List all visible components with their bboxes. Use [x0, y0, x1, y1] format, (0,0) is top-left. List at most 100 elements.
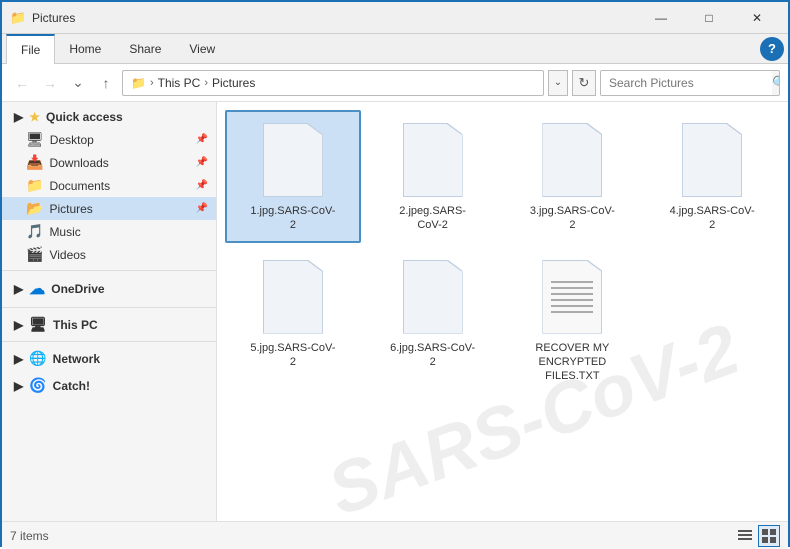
dropdown-history-button[interactable]: ⌄ — [66, 71, 90, 95]
search-input[interactable] — [601, 71, 772, 95]
title-bar-left: 📁 Pictures — [10, 10, 75, 26]
sidebar-item-desktop[interactable]: 🖥 Desktop 📌 — [2, 128, 216, 151]
maximize-button[interactable]: □ — [686, 2, 732, 34]
sidebar-header-this-pc[interactable]: ▶ 🖥 This PC — [2, 312, 216, 337]
item-count: 7 items — [10, 529, 49, 543]
file-name-4: 4.jpg.SARS-CoV-2 — [667, 204, 757, 233]
list-view-button[interactable] — [734, 525, 756, 547]
sidebar-header-network[interactable]: ▶ 🌐 Network — [2, 346, 216, 371]
file-icon-3 — [538, 120, 606, 200]
help-button[interactable]: ? — [760, 37, 784, 61]
file-item-6[interactable]: 6.jpg.SARS-CoV-2 — [365, 247, 501, 394]
search-box: 🔍 — [600, 70, 780, 96]
sidebar-item-documents[interactable]: 📁 Documents 📌 — [2, 174, 216, 197]
title-bar-controls: — □ ✕ — [638, 2, 780, 34]
file-name-2: 2.jpeg.SARS-CoV-2 — [388, 204, 478, 233]
address-dropdown-button[interactable]: ⌄ — [548, 70, 568, 96]
refresh-button[interactable]: ↻ — [572, 70, 596, 96]
file-item-1[interactable]: 1.jpg.SARS-CoV-2 — [225, 110, 361, 243]
file-icon-1 — [259, 120, 327, 200]
sidebar-item-music-label: Music — [49, 225, 80, 239]
title-bar: 📁 Pictures — □ ✕ — [2, 2, 788, 34]
sidebar-item-pictures-label: Pictures — [49, 202, 92, 216]
catch-label: Catch! — [53, 379, 90, 393]
close-button[interactable]: ✕ — [734, 2, 780, 34]
sidebar-item-downloads[interactable]: 📥 Downloads 📌 — [2, 151, 216, 174]
sidebar-section-network: ▶ 🌐 Network — [2, 346, 216, 371]
downloads-icon: 📥 — [26, 154, 43, 171]
sidebar-header-quick-access[interactable]: ▶ ★ Quick access — [2, 106, 216, 128]
pin-icon-downloads: 📌 — [196, 157, 208, 168]
doc-shape-5 — [263, 260, 323, 334]
tab-home[interactable]: Home — [55, 34, 115, 64]
sidebar-section-catch: ▶ 🌀 Catch! — [2, 373, 216, 398]
sidebar-item-documents-label: Documents — [49, 179, 110, 193]
window-icon: 📁 — [10, 10, 26, 26]
this-pc-label: This PC — [53, 318, 98, 332]
doc-shape-3 — [542, 123, 602, 197]
window-title: Pictures — [32, 11, 75, 25]
file-area: 1.jpg.SARS-CoV-2 2.jpeg.SARS-CoV-2 3.jpg… — [217, 102, 788, 521]
pin-icon-desktop: 📌 — [196, 134, 208, 145]
music-icon: 🎵 — [26, 223, 43, 240]
path-this-pc[interactable]: This PC — [158, 76, 201, 90]
this-pc-expand-icon: ▶ — [14, 318, 23, 332]
tab-share[interactable]: Share — [115, 34, 175, 64]
tab-view[interactable]: View — [175, 34, 229, 64]
sidebar-item-videos[interactable]: 🎬 Videos — [2, 243, 216, 266]
videos-icon: 🎬 — [26, 246, 43, 263]
network-label: Network — [53, 352, 100, 366]
file-item-3[interactable]: 3.jpg.SARS-CoV-2 — [505, 110, 641, 243]
file-icon-6 — [399, 257, 467, 337]
main-layout: ▶ ★ Quick access 🖥 Desktop 📌 📥 Downloads… — [2, 102, 788, 521]
back-button[interactable]: ← — [10, 71, 34, 95]
list-view-icon — [738, 529, 752, 543]
file-icon-4 — [678, 120, 746, 200]
sidebar-section-quick-access: ▶ ★ Quick access 🖥 Desktop 📌 📥 Downloads… — [2, 106, 216, 266]
file-item-4[interactable]: 4.jpg.SARS-CoV-2 — [644, 110, 780, 243]
catch-expand-icon: ▶ — [14, 379, 23, 393]
status-bar: 7 items — [2, 521, 788, 549]
file-name-3: 3.jpg.SARS-CoV-2 — [527, 204, 617, 233]
pin-icon-pictures: 📌 — [196, 203, 208, 214]
file-name-5: 5.jpg.SARS-CoV-2 — [248, 341, 338, 370]
forward-button[interactable]: → — [38, 71, 62, 95]
onedrive-label: OneDrive — [51, 282, 104, 296]
file-item-5[interactable]: 5.jpg.SARS-CoV-2 — [225, 247, 361, 394]
large-view-button[interactable] — [758, 525, 780, 547]
file-icon-2 — [399, 120, 467, 200]
pin-icon-documents: 📌 — [196, 180, 208, 191]
file-item-7[interactable]: RECOVER MY ENCRYPTED FILES.TXT — [505, 247, 641, 394]
large-icon-view-icon — [762, 529, 776, 543]
documents-icon: 📁 — [26, 177, 43, 194]
sidebar-item-pictures[interactable]: 📂 Pictures 📌 — [2, 197, 216, 220]
onedrive-expand-icon: ▶ — [14, 282, 23, 296]
tab-file[interactable]: File — [6, 34, 55, 64]
sidebar-header-catch[interactable]: ▶ 🌀 Catch! — [2, 373, 216, 398]
sidebar-header-onedrive[interactable]: ▶ ☁ OneDrive — [2, 275, 216, 303]
address-path: 📁 › This PC › Pictures — [122, 70, 544, 96]
sidebar: ▶ ★ Quick access 🖥 Desktop 📌 📥 Downloads… — [2, 102, 217, 521]
pictures-icon: 📂 — [26, 200, 43, 217]
doc-shape-6 — [403, 260, 463, 334]
file-name-1: 1.jpg.SARS-CoV-2 — [248, 204, 338, 233]
path-pictures[interactable]: Pictures — [212, 76, 255, 90]
file-icon-7 — [538, 257, 606, 337]
search-button[interactable]: 🔍 — [772, 70, 780, 96]
file-name-7: RECOVER MY ENCRYPTED FILES.TXT — [527, 341, 617, 384]
address-bar: ← → ⌄ ↑ 📁 › This PC › Pictures ⌄ ↻ 🔍 — [2, 64, 788, 102]
ribbon-tabs: File Home Share View ? — [2, 34, 788, 64]
doc-shape-2 — [403, 123, 463, 197]
doc-shape-7 — [542, 260, 602, 334]
file-icon-5 — [259, 257, 327, 337]
up-button[interactable]: ↑ — [94, 71, 118, 95]
file-name-6: 6.jpg.SARS-CoV-2 — [388, 341, 478, 370]
quick-access-label: Quick access — [46, 110, 123, 124]
doc-shape-1 — [263, 123, 323, 197]
minimize-button[interactable]: — — [638, 2, 684, 34]
path-folder-icon: 📁 — [131, 76, 146, 90]
sidebar-item-music[interactable]: 🎵 Music — [2, 220, 216, 243]
file-item-2[interactable]: 2.jpeg.SARS-CoV-2 — [365, 110, 501, 243]
view-toggle-buttons — [734, 525, 780, 547]
desktop-icon: 🖥 — [26, 131, 44, 148]
